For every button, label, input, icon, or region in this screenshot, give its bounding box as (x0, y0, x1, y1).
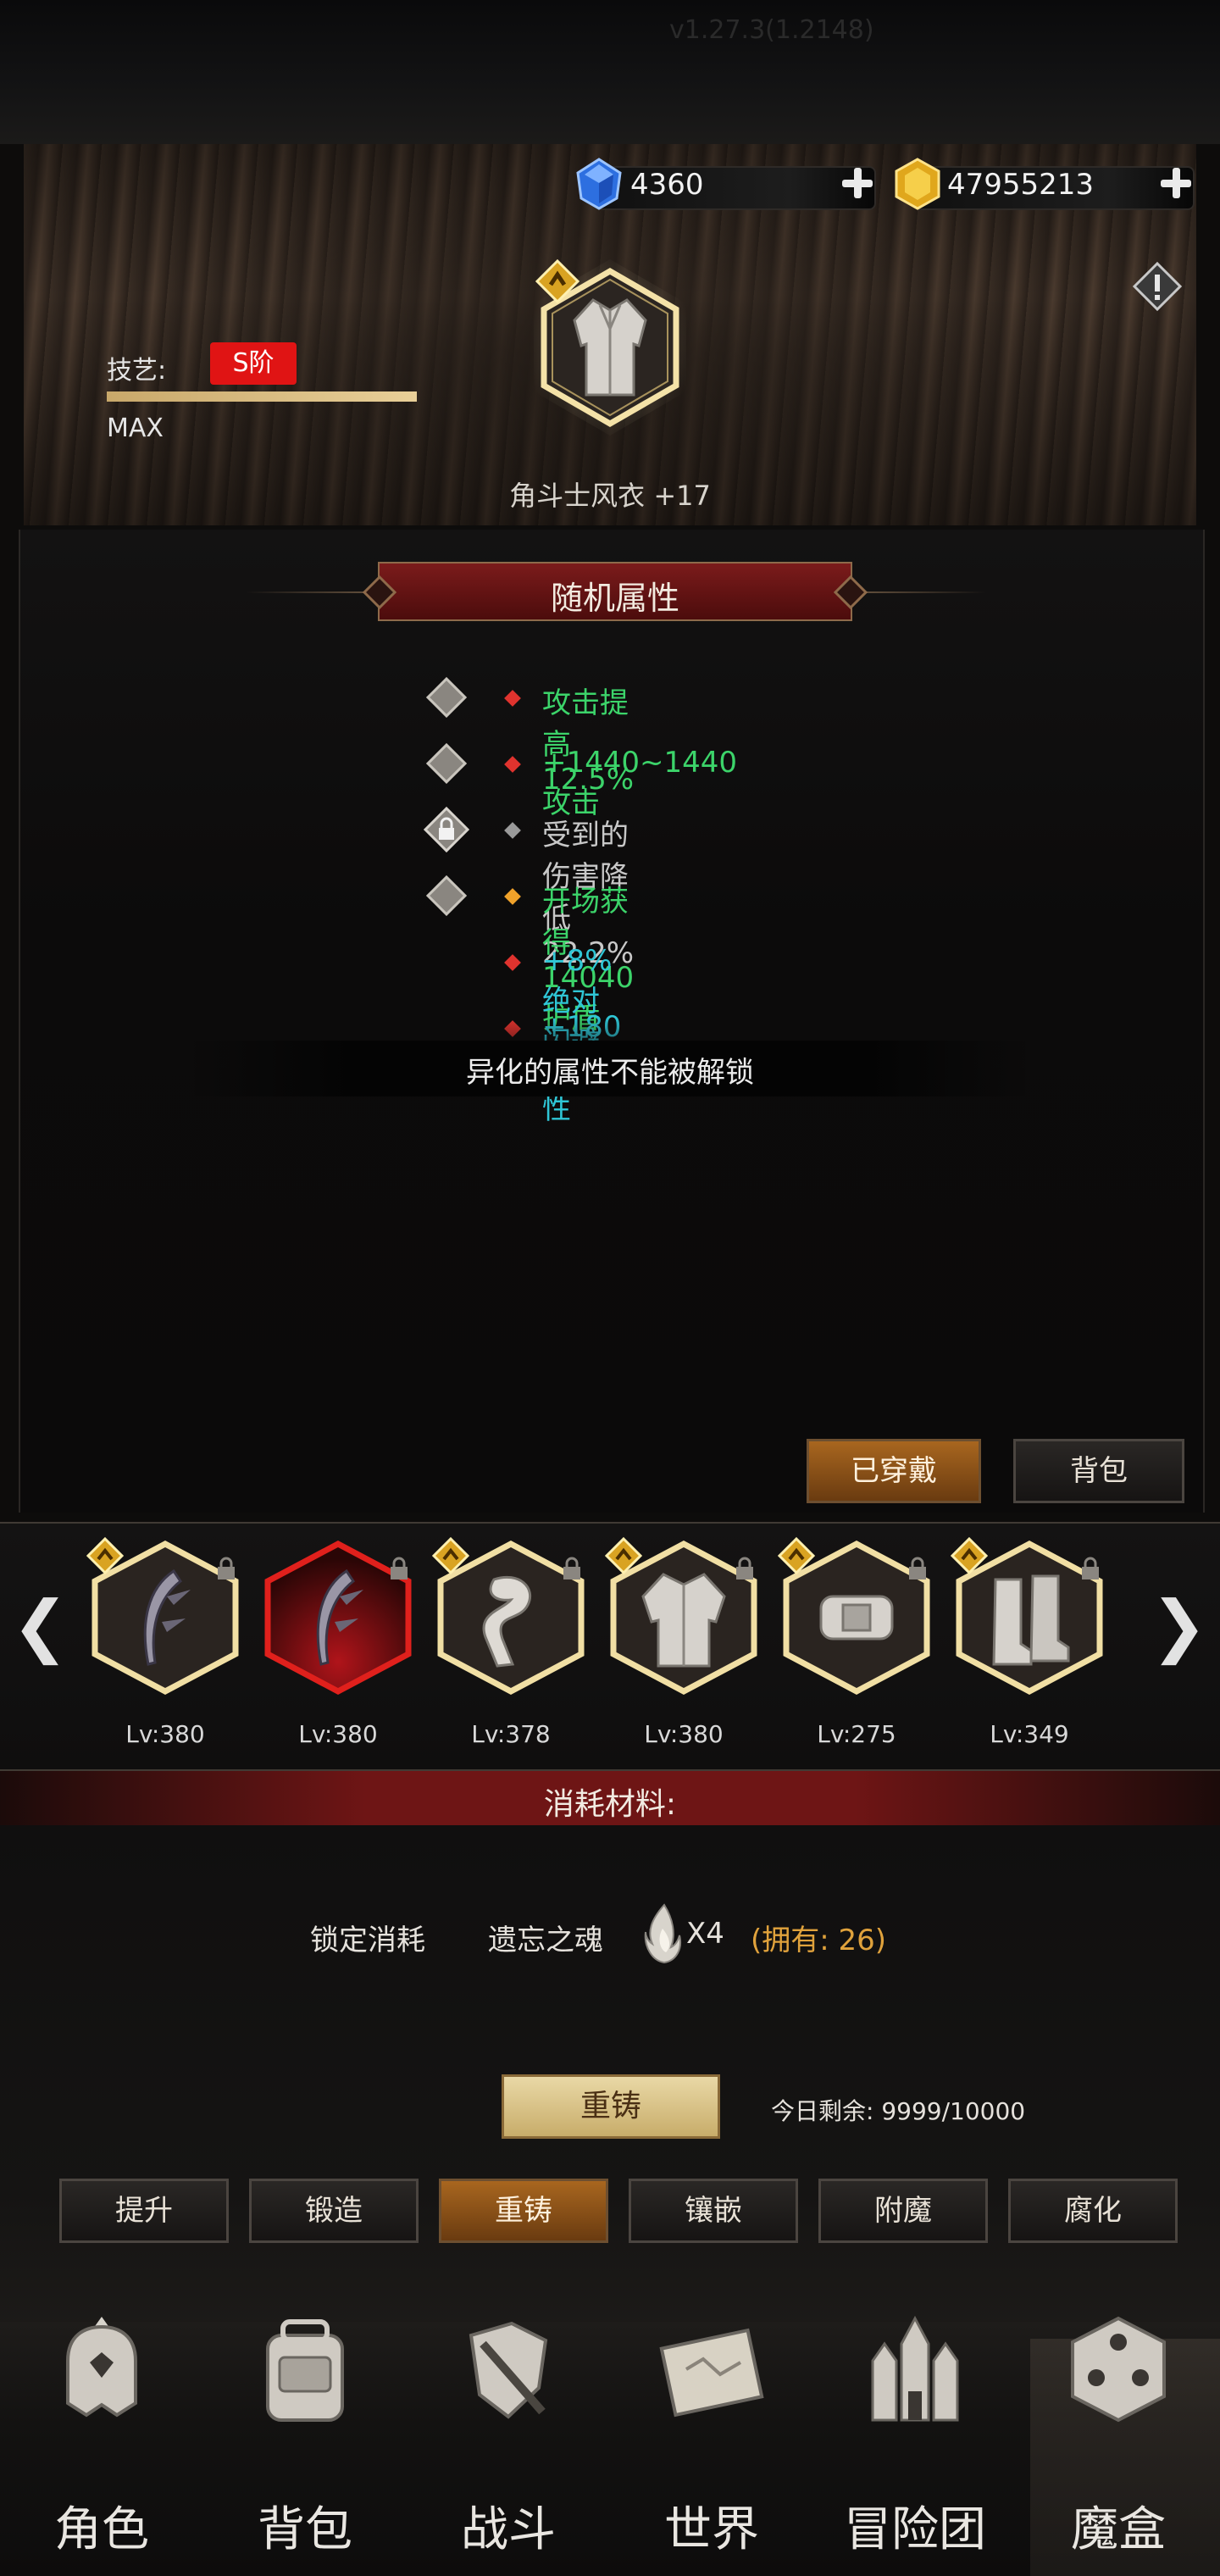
tab-3[interactable]: 镶嵌 (629, 2179, 798, 2243)
upgrade-badge-icon (431, 1536, 470, 1575)
diamond-count: 4360 (630, 168, 704, 202)
slot-lock-icon (1079, 1556, 1101, 1581)
header-line-left (246, 591, 381, 593)
slot-lock-icon (388, 1556, 410, 1581)
equipped-button[interactable]: 已穿戴 (807, 1439, 981, 1503)
tab-1[interactable]: 锻造 (249, 2179, 419, 2243)
equipment-level: Lv:380 (644, 1720, 724, 1748)
scarf-icon (430, 1537, 431, 1538)
nav-label[interactable]: 战斗 (407, 2491, 610, 2560)
boots-icon (949, 1537, 950, 1538)
upgrade-badge-icon (535, 259, 580, 303)
add-gold-button[interactable] (1157, 164, 1195, 202)
bag-button[interactable]: 背包 (1013, 1439, 1184, 1503)
max-label: MAX (107, 414, 164, 443)
skill-label: 技艺: (107, 356, 167, 386)
slot-lock-icon (215, 1556, 237, 1581)
tab-0[interactable]: 提升 (59, 2179, 229, 2243)
item-name: 角斗士风衣 +17 (509, 480, 711, 512)
nav-label[interactable]: 世界 (610, 2491, 813, 2560)
backpack-icon[interactable] (246, 2310, 364, 2429)
tab-2[interactable]: 重铸 (439, 2179, 608, 2243)
equipment-level: Lv:378 (471, 1720, 551, 1748)
blue-diamond-icon (576, 158, 622, 210)
equipment-level: Lv:349 (990, 1720, 1069, 1748)
helmet-icon[interactable] (42, 2310, 161, 2429)
soul-flame-icon (644, 1903, 681, 1964)
reforge-button[interactable]: 重铸 (502, 2074, 720, 2139)
section-title: 随机属性 (550, 580, 679, 617)
top-bar (0, 0, 1220, 144)
skill-progress-fill (107, 391, 417, 402)
equipment-level: Lv:380 (298, 1720, 378, 1748)
nav-label[interactable]: 魔盒 (1017, 2491, 1220, 2560)
materials-title: 消耗材料: (543, 1787, 677, 1822)
scroll-right-button[interactable]: ❯ (1151, 1586, 1207, 1665)
nav-label[interactable]: 背包 (203, 2491, 407, 2560)
coat-icon (603, 1537, 604, 1538)
daily-remaining: 今日剩余: 9999/10000 (771, 2097, 1026, 2125)
material-name: 遗忘之魂 (488, 1924, 603, 1957)
nav-label[interactable]: 冒险团 (813, 2491, 1017, 2560)
belt-icon (776, 1537, 777, 1538)
upgrade-badge-icon (86, 1536, 125, 1575)
add-diamond-button[interactable] (839, 164, 876, 202)
tab-5[interactable]: 腐化 (1008, 2179, 1178, 2243)
sword-shield-icon[interactable] (449, 2310, 568, 2429)
gold-coin-icon (895, 158, 940, 210)
map-scroll-icon[interactable] (652, 2310, 771, 2429)
slot-lock-icon (907, 1556, 929, 1581)
skill-progress-track (107, 391, 417, 402)
material-quantity: X4 (686, 1917, 724, 1951)
attribute-text: +1440~1440 攻击 (542, 746, 738, 820)
cube-icon[interactable] (1059, 2310, 1178, 2429)
header-line-right (851, 591, 986, 593)
tab-4[interactable]: 附魔 (818, 2179, 988, 2243)
coat-icon (573, 298, 647, 397)
lock-cost-label: 锁定消耗 (310, 1924, 425, 1957)
castle-icon[interactable] (856, 2310, 974, 2429)
upgrade-badge-icon (950, 1536, 989, 1575)
lock-icon[interactable] (423, 806, 470, 853)
grade-badge: S阶 (210, 342, 297, 385)
slot-lock-icon (561, 1556, 583, 1581)
notice-text: 异化的属性不能被解锁 (466, 1056, 754, 1090)
slot-lock-icon (734, 1556, 756, 1581)
nav-label[interactable]: 角色 (0, 2491, 203, 2560)
owned-count: (拥有: 26) (751, 1924, 887, 1957)
version-text: v1.27.3(1.2148) (669, 15, 874, 45)
info-icon[interactable] (1132, 261, 1183, 312)
scroll-left-button[interactable]: ❮ (12, 1586, 69, 1665)
upgrade-badge-icon (777, 1536, 816, 1575)
scythe-icon (85, 1537, 86, 1538)
upgrade-badge-icon (604, 1536, 643, 1575)
gold-count: 47955213 (947, 168, 1095, 202)
equipment-level: Lv:380 (125, 1720, 205, 1748)
equipment-level: Lv:275 (817, 1720, 896, 1748)
